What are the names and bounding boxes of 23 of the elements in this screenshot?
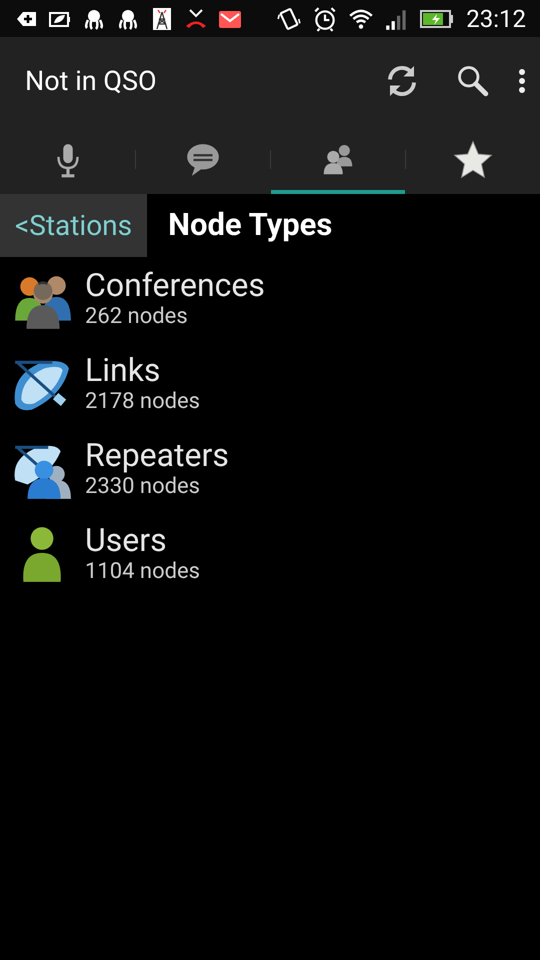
back-link[interactable]: <Stations	[0, 194, 148, 257]
page-heading: Node Types	[167, 205, 332, 246]
battery-charging-icon	[420, 8, 454, 28]
node-count: 2178 nodes	[85, 388, 200, 416]
node-type-name: Links	[85, 352, 162, 388]
node-type-item[interactable]: Conferences 262 nodes	[0, 257, 540, 342]
node-type-item[interactable]: Links 2178 nodes	[0, 342, 540, 427]
node-type-name: Conferences	[85, 266, 265, 302]
search-icon[interactable]	[456, 64, 490, 98]
node-type-item[interactable]: Users 1104 nodes	[0, 512, 540, 597]
node-type-item[interactable]: Repeaters 2330 nodes	[0, 427, 540, 512]
node-count: 2330 nodes	[85, 472, 202, 500]
app-title: Not in QSO	[25, 64, 158, 99]
overflow-menu-icon[interactable]	[518, 68, 526, 94]
node-type-name: Repeaters	[85, 436, 229, 472]
alarm-clock-icon	[312, 6, 338, 32]
radio-tower-icon	[150, 6, 174, 30]
node-type-name: Users	[85, 522, 168, 558]
node-count: 262 nodes	[85, 302, 189, 330]
node-count: 1104 nodes	[85, 558, 200, 586]
vibrate-icon	[276, 6, 302, 32]
missed-call-icon	[184, 6, 208, 30]
clock: 23:12	[466, 4, 526, 34]
